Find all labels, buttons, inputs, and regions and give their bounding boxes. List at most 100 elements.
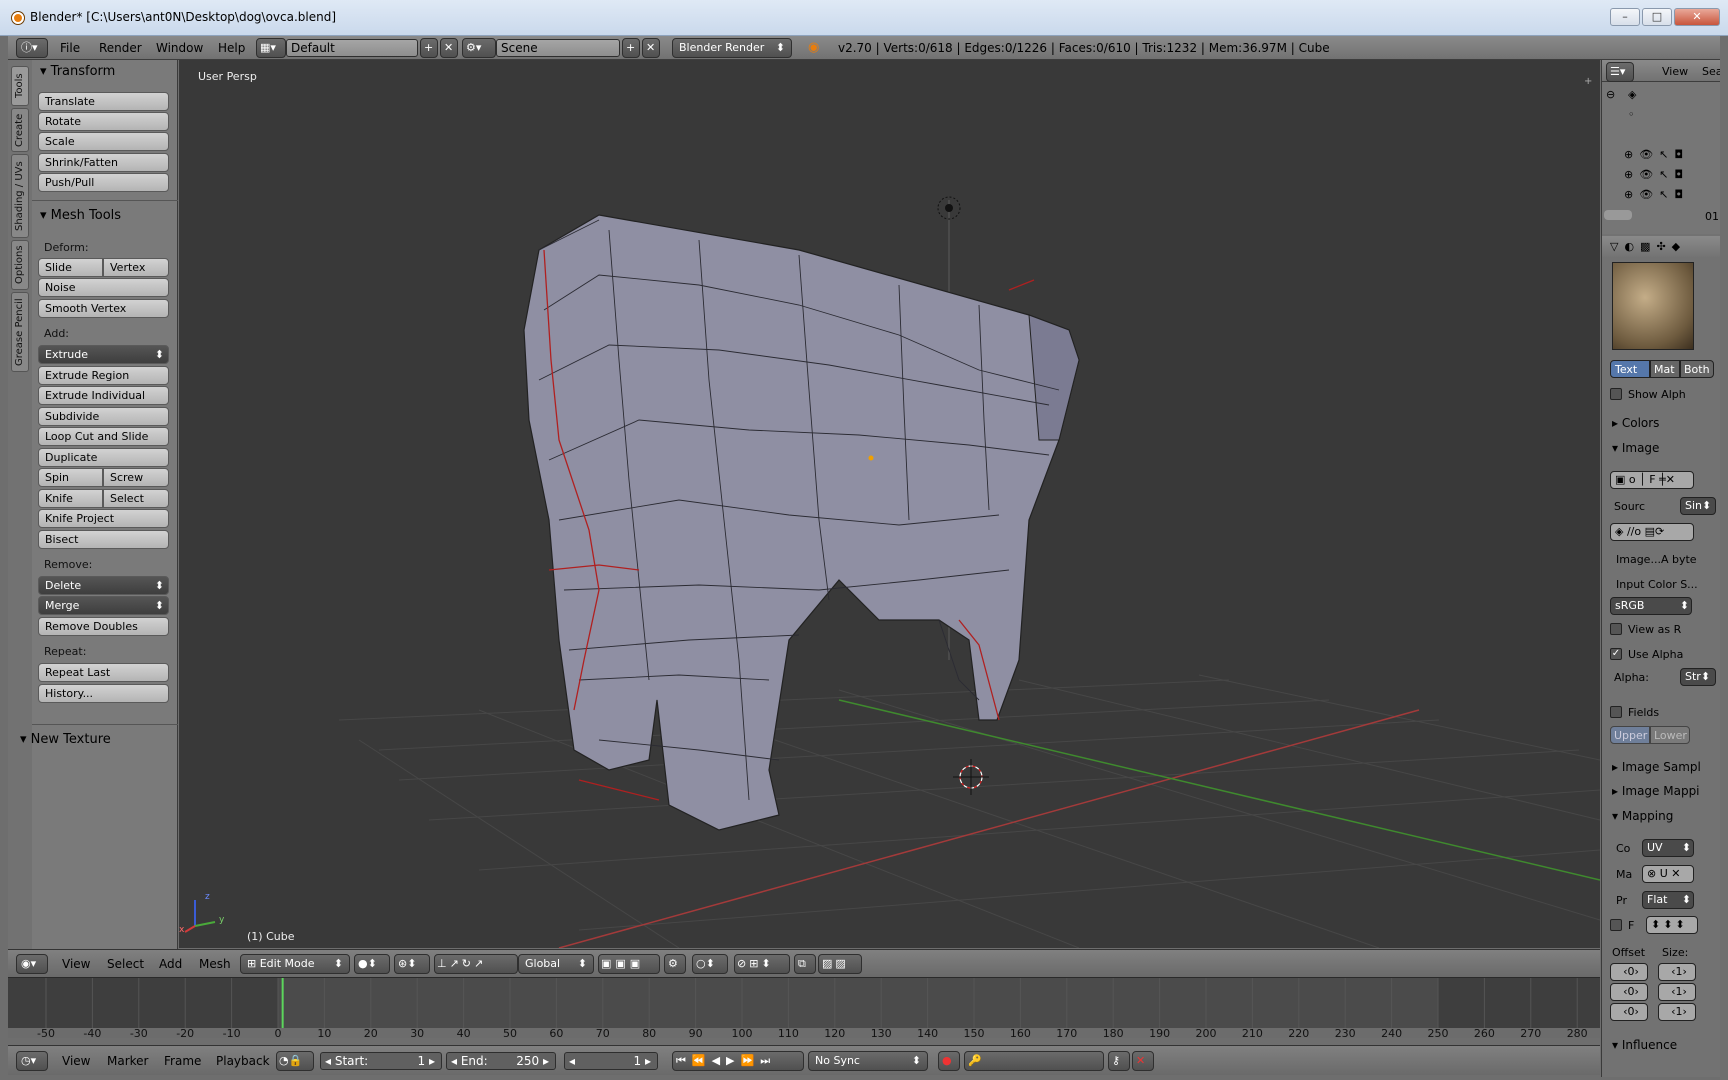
viewport-expand-icon[interactable]: + xyxy=(1584,76,1592,87)
extrude-region-button[interactable]: Extrude Region xyxy=(38,366,169,385)
opengl-render-icons[interactable]: ▨▨ xyxy=(818,954,862,974)
delete-menu-button[interactable]: Delete ⬍ xyxy=(38,576,169,595)
tab-tools[interactable]: Tools xyxy=(11,66,29,106)
close-button[interactable]: ✕ xyxy=(1674,8,1720,26)
rotate-button[interactable]: Rotate xyxy=(38,112,169,131)
duplicate-button[interactable]: Duplicate xyxy=(38,448,169,467)
editor-type-3d-button[interactable]: ◉▾ xyxy=(16,954,48,974)
knife-button[interactable]: Knife xyxy=(38,489,103,508)
view-as-render-checkbox[interactable] xyxy=(1610,623,1622,635)
menu-timeline-view[interactable]: View xyxy=(62,1054,90,1068)
spin-button[interactable]: Spin xyxy=(38,468,103,487)
add-scene-button[interactable]: + xyxy=(622,38,640,58)
tab-create[interactable]: Create xyxy=(11,108,29,152)
image-sampling-panel-header[interactable]: ▸ Image Sampl xyxy=(1612,760,1701,774)
scale-button[interactable]: Scale xyxy=(38,132,169,151)
uv-map-field[interactable]: ⊗ U ✕ xyxy=(1642,865,1694,883)
playback-controls[interactable]: ⏮⏪◀▶⏩⏭ xyxy=(672,1051,804,1071)
projection-select[interactable]: Flat ⬍ xyxy=(1642,891,1694,909)
size-y-field[interactable]: ‹1› xyxy=(1658,983,1696,1001)
subdivide-button[interactable]: Subdivide xyxy=(38,407,169,426)
outliner-tree[interactable]: ⊖ ◈ ◦ ⊕👁↖◘ ⊕👁↖◘ ⊕👁↖◘ 01 xyxy=(1602,82,1720,234)
source-select[interactable]: Sin⬍ xyxy=(1680,497,1716,515)
offset-z-field[interactable]: ‹0› xyxy=(1610,1003,1648,1021)
mapping-panel-header[interactable]: ▾ Mapping xyxy=(1612,809,1673,823)
knife-project-button[interactable]: Knife Project xyxy=(38,509,169,528)
loop-cut-button[interactable]: Loop Cut and Slide xyxy=(38,427,169,446)
record-icon[interactable]: ● xyxy=(938,1051,960,1071)
object-row-icons[interactable]: ⊕👁↖◘ xyxy=(1624,168,1689,181)
axis-mapping-selects[interactable]: ⬍⬍⬍ xyxy=(1646,916,1698,934)
tab-text[interactable]: Text xyxy=(1610,360,1650,378)
history-button[interactable]: History... xyxy=(38,684,169,703)
menu-help[interactable]: Help xyxy=(218,41,245,55)
pivot-point-icon[interactable]: ⊛⬍ xyxy=(394,954,430,974)
add-layout-button[interactable]: + xyxy=(420,38,438,58)
image-datablock[interactable]: ▣ o │ F ╪✕ xyxy=(1610,471,1694,489)
scene-field[interactable]: Scene xyxy=(496,39,620,57)
delete-keyframe-icon[interactable]: ✕ xyxy=(1132,1051,1154,1071)
slide-edge-button[interactable]: Slide Edge xyxy=(38,258,103,291)
3d-viewport[interactable]: User Persp (1) Cube z y x + xyxy=(179,60,1600,948)
menu-frame[interactable]: Frame xyxy=(164,1054,201,1068)
upper-field-button[interactable]: Upper xyxy=(1610,726,1650,744)
menu-view[interactable]: View xyxy=(62,957,90,971)
lower-field-button[interactable]: Lower xyxy=(1650,726,1690,744)
filepath-field[interactable]: ◈ //o ▤⟳ xyxy=(1610,523,1694,541)
remove-doubles-button[interactable]: Remove Doubles xyxy=(38,617,169,636)
preview-range-icons[interactable]: ◔🔒 xyxy=(276,1051,314,1071)
colors-panel-header[interactable]: ▸ Colors xyxy=(1612,416,1659,430)
menu-window[interactable]: Window xyxy=(156,41,203,55)
render-engine-select[interactable]: Blender Render ⬍ xyxy=(672,38,792,58)
menu-marker[interactable]: Marker xyxy=(107,1054,148,1068)
slide-vertex-button[interactable]: Vertex xyxy=(103,258,169,277)
merge-menu-button[interactable]: Merge ⬍ xyxy=(38,596,169,615)
current-frame-field[interactable]: ◂ 1 ▸ xyxy=(564,1052,658,1070)
push-pull-button[interactable]: Push/Pull xyxy=(38,173,169,192)
editor-type-button[interactable]: ⓘ▾ xyxy=(16,38,48,58)
minimize-button[interactable]: – xyxy=(1610,8,1640,26)
select-mode-icons[interactable]: ▣▣▣ xyxy=(598,954,660,974)
collapse-icon[interactable]: ⊖ xyxy=(1606,88,1615,101)
mode-select[interactable]: ⊞ Edit Mode ⬍ xyxy=(240,954,350,974)
transform-panel-header[interactable]: ▾ Transform xyxy=(40,64,115,79)
remove-layout-button[interactable]: ✕ xyxy=(440,38,458,58)
extrude-menu-button[interactable]: Extrude ⬍ xyxy=(38,345,169,364)
from-dupli-checkbox[interactable] xyxy=(1610,919,1622,931)
screen-layout-icon[interactable]: ▦▾ xyxy=(256,38,286,58)
tab-mat[interactable]: Mat xyxy=(1650,360,1680,378)
translate-button[interactable]: Translate xyxy=(38,92,169,111)
influence-panel-header[interactable]: ▾ Influence xyxy=(1612,1038,1677,1052)
menu-add[interactable]: Add xyxy=(159,957,182,971)
menu-playback[interactable]: Playback xyxy=(216,1054,270,1068)
use-alpha-checkbox[interactable]: ✓ xyxy=(1610,648,1622,660)
outliner-search-menu[interactable]: Sea xyxy=(1702,65,1720,78)
color-space-select[interactable]: sRGB ⬍ xyxy=(1610,597,1692,615)
fields-checkbox[interactable] xyxy=(1610,706,1622,718)
end-frame-field[interactable]: ◂ End: 250 ▸ xyxy=(446,1052,556,1070)
editor-type-timeline-button[interactable]: ◷▾ xyxy=(16,1051,48,1071)
shrink-fatten-button[interactable]: Shrink/Fatten xyxy=(38,153,169,172)
menu-file[interactable]: File xyxy=(60,41,80,55)
object-row-icons[interactable]: ⊕👁↖◘ xyxy=(1624,148,1689,161)
insert-keyframe-icon[interactable]: ⚷ xyxy=(1108,1051,1130,1071)
menu-mesh[interactable]: Mesh xyxy=(199,957,231,971)
coordinates-select[interactable]: UV ⬍ xyxy=(1642,839,1694,857)
maximize-button[interactable]: □ xyxy=(1642,8,1672,26)
extrude-individual-button[interactable]: Extrude Individual xyxy=(38,386,169,405)
outliner-type-button[interactable]: ☰▾ xyxy=(1606,62,1634,82)
smooth-vertex-button[interactable]: Smooth Vertex xyxy=(38,299,169,318)
tab-shading-uvs[interactable]: Shading / UVs xyxy=(11,154,29,238)
timeline-area[interactable]: -50 -40 -30 -20 -10 0 10 20 30 40 50 60 70 80 90 100 110… xyxy=(8,977,1600,1038)
screen-layout-field[interactable]: Default xyxy=(286,39,418,57)
proportional-edit-icon[interactable]: ○⬍ xyxy=(692,954,728,974)
start-frame-field[interactable]: ◂ Start: 1 ▸ xyxy=(320,1052,442,1070)
menu-select[interactable]: Select xyxy=(107,957,144,971)
snap-icons[interactable]: ⊘⊞⬍ xyxy=(734,954,790,974)
transform-orientation-select[interactable]: Global ⬍ xyxy=(518,954,594,974)
image-mapping-panel-header[interactable]: ▸ Image Mappi xyxy=(1612,784,1700,798)
properties-context-tabs[interactable]: ▽◐▩✣◆ xyxy=(1602,236,1720,258)
image-panel-header[interactable]: ▾ Image xyxy=(1612,441,1659,455)
texture-context-icons[interactable]: ▽◐▩✣◆ xyxy=(1610,240,1686,253)
offset-y-field[interactable]: ‹0› xyxy=(1610,983,1648,1001)
